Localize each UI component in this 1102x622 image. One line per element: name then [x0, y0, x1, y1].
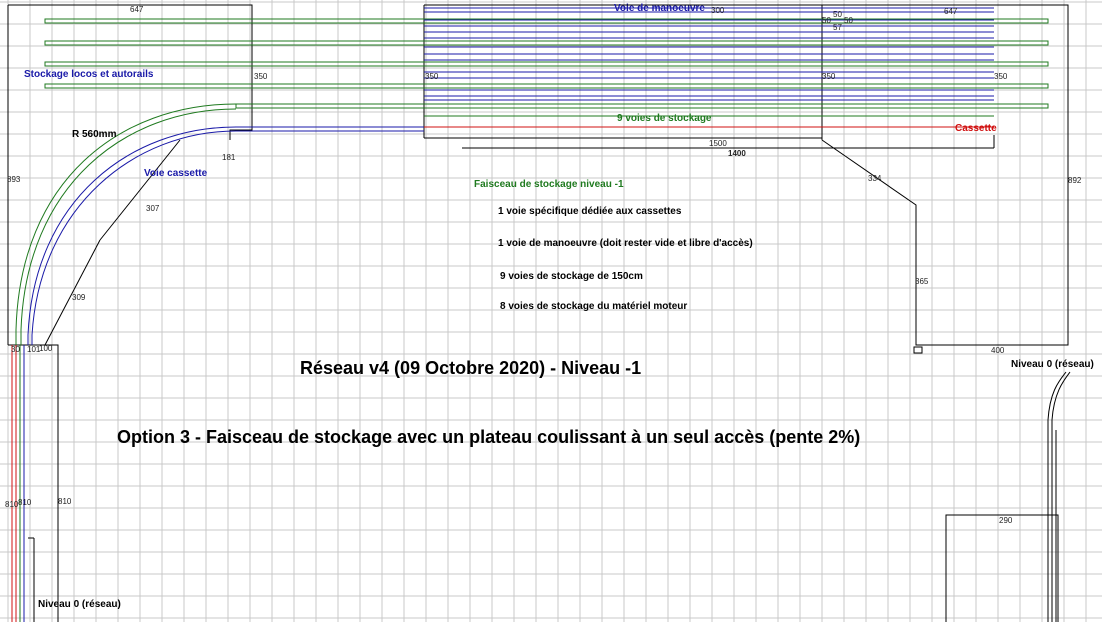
- room-outline: [7, 4, 1069, 622]
- traverser-blue-tracks: [235, 7, 994, 132]
- niveau0-right-tracks: [1047, 371, 1071, 622]
- dimension-labels: 647 647 300 50 50 50 57 350 350 350 350 …: [5, 5, 1082, 525]
- layout-drawing: 647 647 300 50 50 50 57 350 350 350 350 …: [0, 0, 1102, 622]
- dim-647-right: 647: [944, 7, 958, 16]
- dim-50b: 50: [822, 16, 831, 25]
- label-cassette: Cassette: [955, 123, 997, 134]
- label-neuf-voies: 9 voies de stockage: [617, 113, 712, 124]
- dim-57: 57: [833, 23, 842, 32]
- dim-50c: 50: [844, 16, 853, 25]
- dim-893: 893: [7, 175, 21, 184]
- label-stockage-locos: Stockage locos et autorails: [24, 69, 154, 80]
- dim-365: 365: [915, 277, 929, 286]
- note-item: 1 voie de manoeuvre (doit rester vide et…: [498, 238, 753, 249]
- dim-350-c: 350: [822, 72, 836, 81]
- dim-350-b: 350: [425, 72, 439, 81]
- label-voie-manoeuvre: Voie de manoeuvre: [614, 3, 705, 14]
- dim-350-d: 350: [994, 72, 1008, 81]
- dim-810c: 810: [58, 497, 72, 506]
- dim-309: 309: [72, 293, 86, 302]
- curved-tracks: [15, 103, 237, 622]
- option-title: Option 3 - Faisceau de stockage avec un …: [117, 427, 860, 447]
- dim-307: 307: [146, 204, 160, 213]
- label-niveau0-left: Niveau 0 (réseau): [38, 599, 121, 610]
- dim-400: 400: [991, 346, 1005, 355]
- dim-181: 181: [222, 153, 236, 162]
- dim-50a: 50: [833, 10, 842, 19]
- dim-350-a: 350: [254, 72, 268, 81]
- dim-892: 892: [1068, 176, 1082, 185]
- dim-810b: 810: [18, 498, 32, 507]
- label-voie-cassette: Voie cassette: [144, 168, 208, 179]
- dim-300: 300: [711, 6, 725, 15]
- dim-30: 30: [11, 345, 20, 354]
- note-item: 1 voie spécifique dédiée aux cassettes: [498, 206, 682, 217]
- label-rayon: R 560mm: [72, 129, 117, 140]
- dim-100: 100: [39, 344, 53, 353]
- dim-1500: 1500: [709, 139, 727, 148]
- note-item: 8 voies de stockage du matériel moteur: [500, 301, 687, 312]
- note-item: 9 voies de stockage de 150cm: [500, 271, 643, 282]
- dim-647-left: 647: [130, 5, 144, 14]
- dim-810a: 810: [5, 500, 19, 509]
- label-niveau0-right: Niveau 0 (réseau): [1011, 359, 1094, 370]
- label-faisceau: Faisceau de stockage niveau -1: [474, 179, 624, 190]
- dim-290: 290: [999, 516, 1013, 525]
- dim-1400: 1400: [728, 149, 746, 158]
- main-title: Réseau v4 (09 Octobre 2020) - Niveau -1: [300, 358, 641, 378]
- dim-334: 334: [868, 174, 882, 183]
